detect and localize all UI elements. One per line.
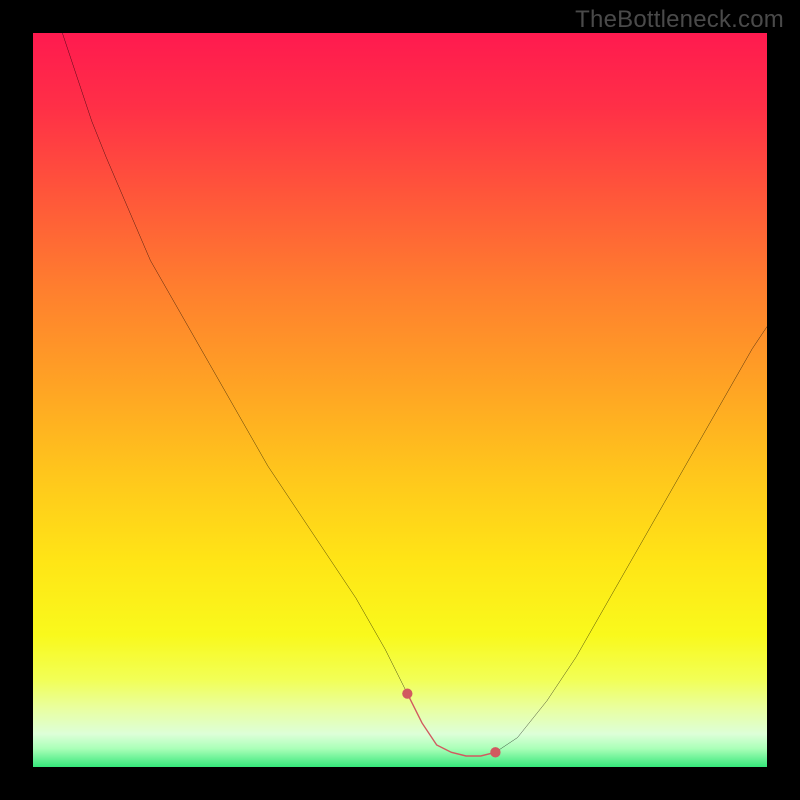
bottleneck-curve — [33, 33, 767, 767]
plot-area — [33, 33, 767, 767]
chart-frame: TheBottleneck.com — [0, 0, 800, 800]
watermark-text: TheBottleneck.com — [575, 6, 784, 34]
highlight-start-dot — [402, 688, 412, 698]
highlight-segment — [407, 694, 495, 756]
highlight-end-dot — [490, 747, 500, 757]
curve-polyline — [62, 33, 767, 756]
